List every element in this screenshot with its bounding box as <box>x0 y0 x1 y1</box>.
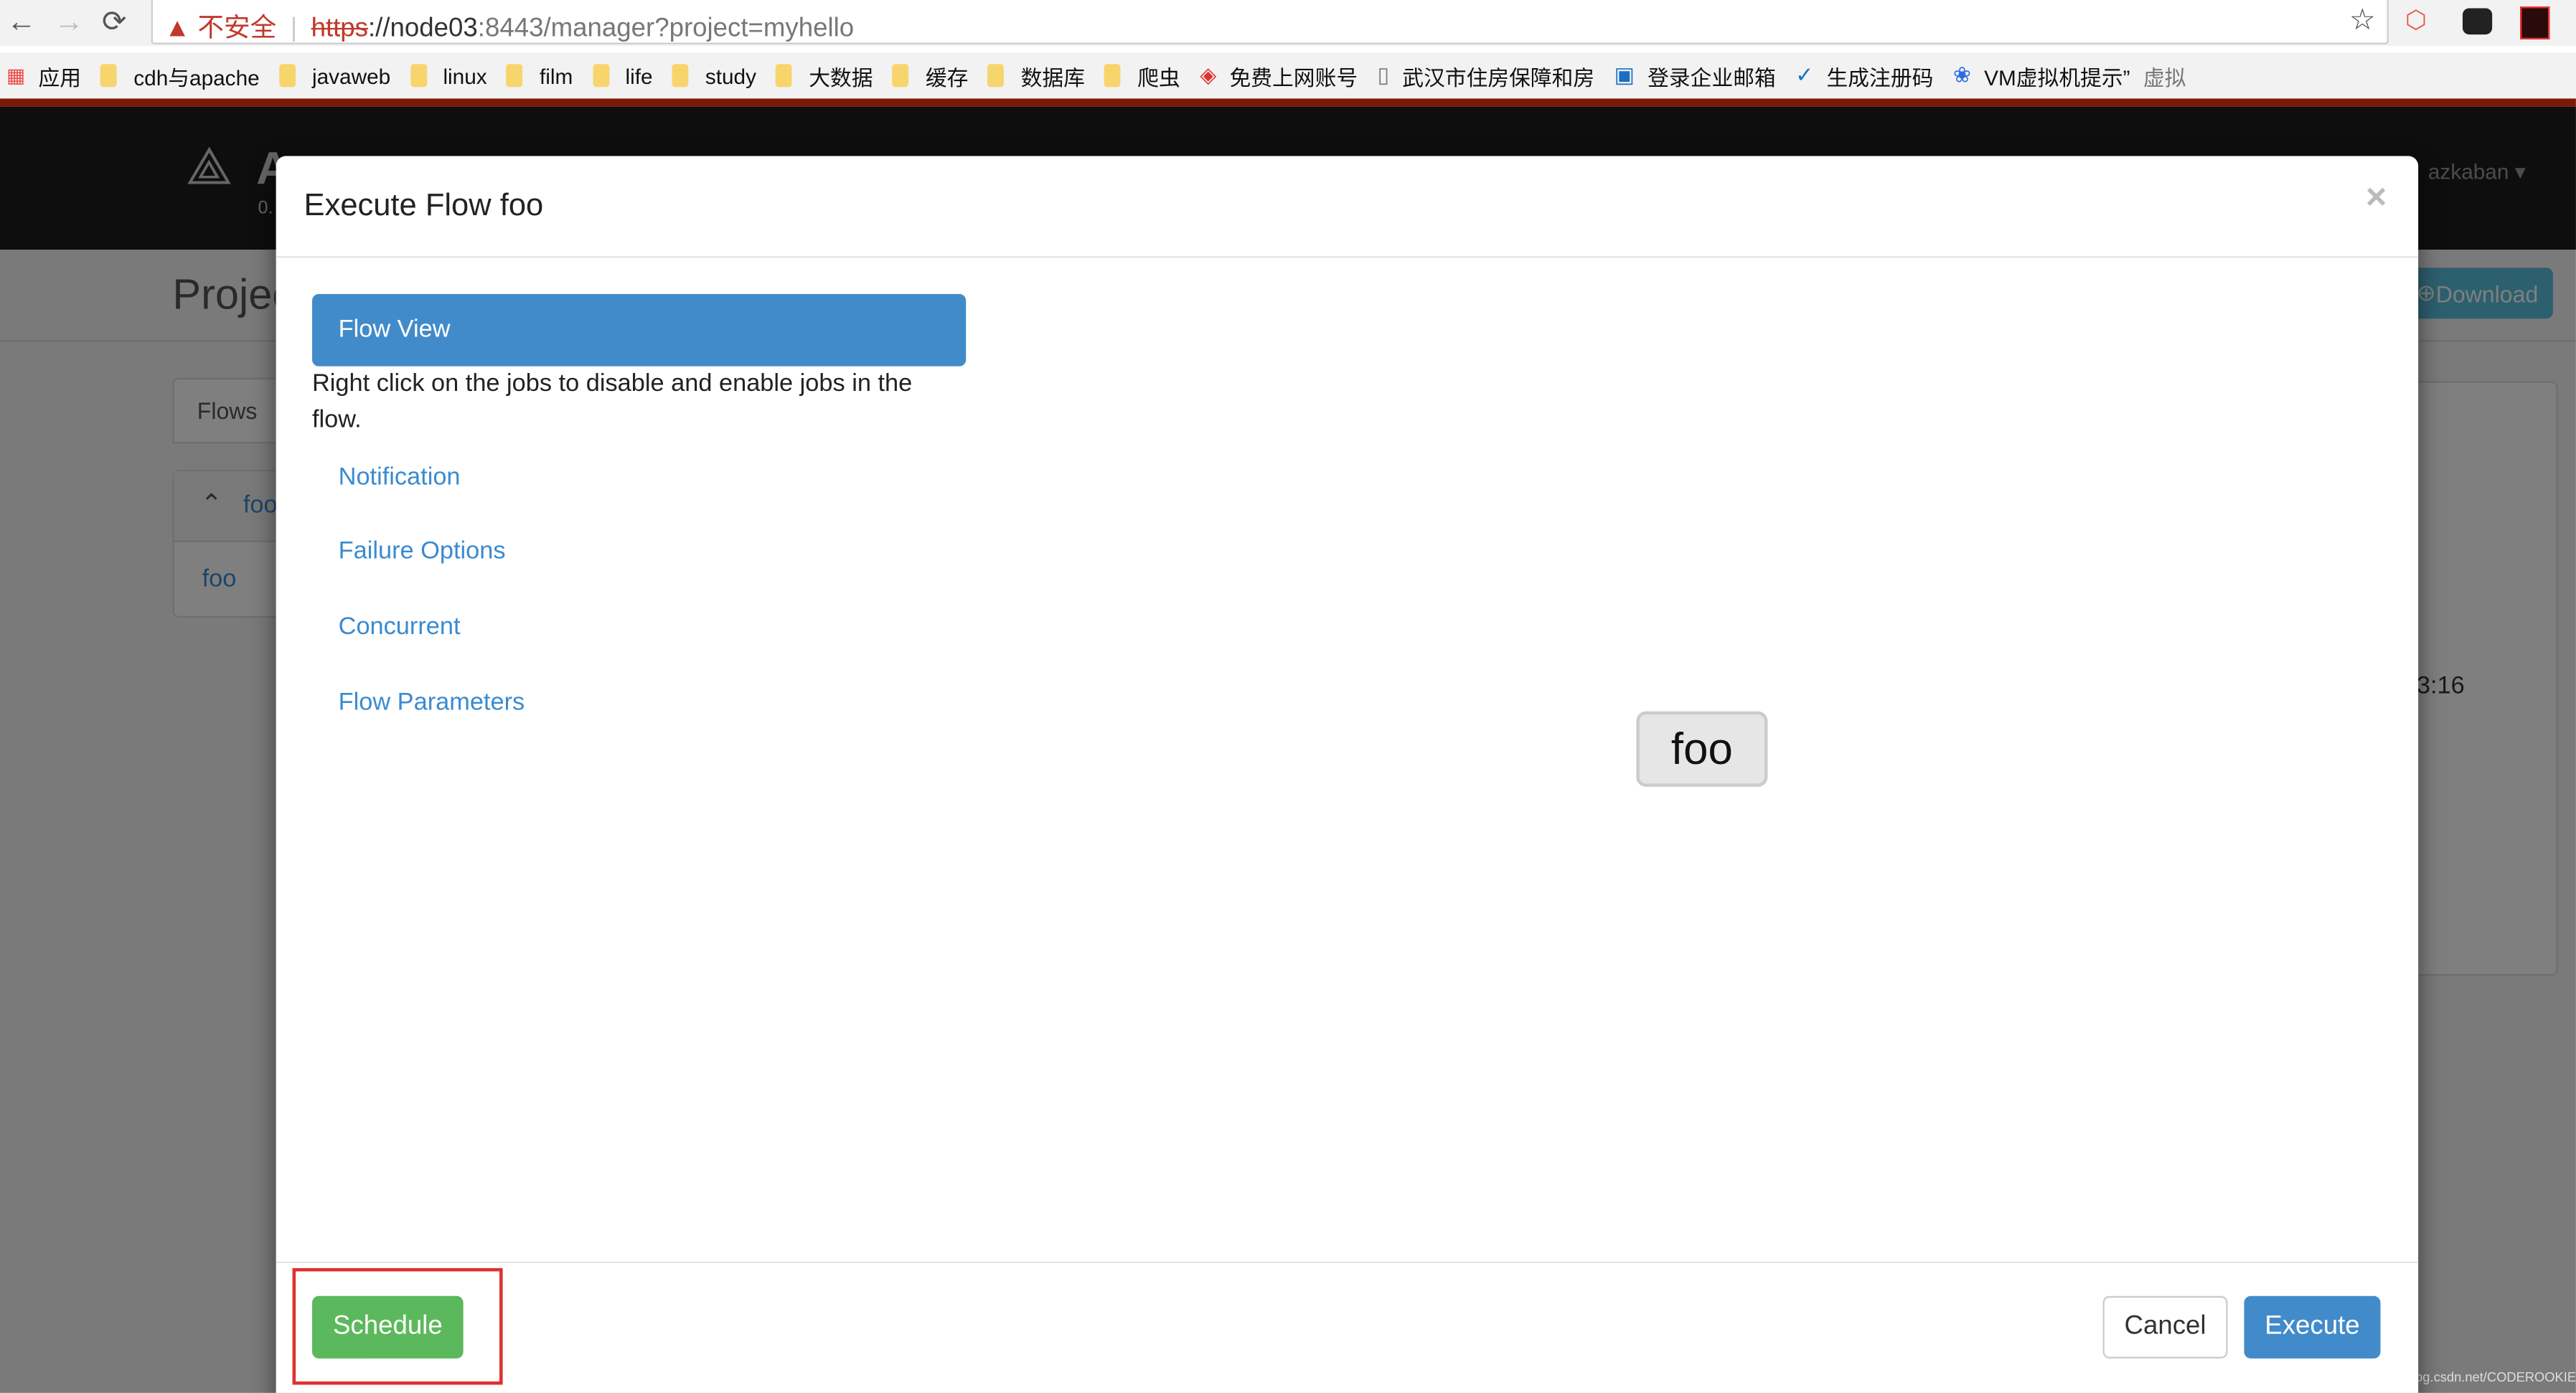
bookmark-label: 缓存 <box>925 65 969 90</box>
bookmark[interactable]: 大数据 <box>776 60 873 92</box>
menu-concurrent[interactable]: Concurrent <box>339 613 461 641</box>
folder-icon <box>893 64 909 88</box>
bookmark[interactable]: 数据库 <box>987 60 1086 92</box>
schedule-button[interactable]: Schedule <box>312 1295 464 1359</box>
bookmark-label: 应用 <box>38 65 82 90</box>
url-display[interactable]: ▲ 不安全 | https://node03:8443/manager?proj… <box>151 5 855 44</box>
folder-icon <box>776 64 793 88</box>
folder-icon <box>592 64 609 88</box>
folder-icon <box>410 64 427 88</box>
bookmark[interactable]: life <box>592 63 653 88</box>
bookmark-label: 免费上网账号 <box>1229 65 1358 90</box>
forward-icon[interactable]: → <box>55 5 84 39</box>
bookmark-label: 虚拟 <box>2143 65 2186 90</box>
extension-v-icon[interactable]: ⬡ <box>2405 5 2427 34</box>
bookmark[interactable]: javaweb <box>279 63 390 88</box>
folder-icon <box>100 64 118 88</box>
extension-icon[interactable] <box>2462 8 2493 35</box>
bookmark-label: film <box>539 63 573 88</box>
bookmark-label: VM虚拟机提示” <box>1984 65 2130 90</box>
bookmark[interactable]: ❀ VM虚拟机提示” <box>1953 60 2130 92</box>
paw-icon: ❀ <box>1952 62 1971 88</box>
execute-button[interactable]: Execute <box>2244 1295 2381 1359</box>
bookmark[interactable]: ▣ 登录企业邮箱 <box>1614 60 1776 92</box>
bookmarks-bar: ▦ 应用 cdh与apache javaweb linux film life … <box>0 52 2576 99</box>
back-icon[interactable]: ← <box>6 5 36 39</box>
bookmark-label: 爬虫 <box>1137 65 1180 90</box>
security-label: 不安全 <box>197 14 277 43</box>
bookmark[interactable]: cdh与apache <box>100 60 260 92</box>
cancel-button[interactable]: Cancel <box>2102 1295 2228 1359</box>
bookmark[interactable]: film <box>507 63 573 88</box>
menu-failure-options[interactable]: Failure Options <box>339 537 506 565</box>
reload-icon[interactable]: ⟳ <box>102 5 127 39</box>
flow-graph-node-foo[interactable]: foo <box>1636 711 1768 787</box>
folder-icon <box>279 64 296 88</box>
mail-icon: ▣ <box>1614 62 1635 88</box>
folder-icon <box>672 64 689 88</box>
bookmark-label: cdh与apache <box>133 65 260 90</box>
bookmark[interactable]: 缓存 <box>893 60 968 92</box>
bookmark-apps[interactable]: 应用 <box>38 60 81 92</box>
flow-view-hint: Right click on the jobs to disable and e… <box>312 369 913 434</box>
divider <box>0 98 2576 107</box>
folder-icon <box>987 64 1005 88</box>
button-label: Cancel <box>2124 1312 2206 1341</box>
bookmark-label: 生成注册码 <box>1826 65 1934 90</box>
pdf-extension-icon[interactable] <box>2520 6 2550 39</box>
star-icon[interactable]: ☆ <box>2349 4 2376 38</box>
bookmark-label: javaweb <box>311 63 391 88</box>
apps-icon: ▦ <box>6 64 26 88</box>
bookmark[interactable]: ▯ 武汉市住房保障和房 <box>1378 60 1595 92</box>
menu-flow-parameters[interactable]: Flow Parameters <box>339 689 525 717</box>
node-label: foo <box>1670 723 1733 773</box>
bookmark[interactable]: 爬虫 <box>1104 60 1180 92</box>
bookmark-label: 武汉市住房保障和房 <box>1402 65 1595 90</box>
button-label: Schedule <box>332 1312 443 1341</box>
bookmark[interactable]: 虚拟 <box>2143 60 2186 92</box>
url-path: :8443/manager?project=myhello <box>477 14 855 43</box>
bookmark[interactable]: study <box>672 63 756 88</box>
folder-icon <box>507 64 524 88</box>
bookmark-label: life <box>625 63 653 88</box>
bookmark[interactable]: ◈ 免费上网账号 <box>1200 60 1358 92</box>
modal-title: Execute Flow foo <box>304 189 544 224</box>
page-icon: ▯ <box>1377 62 1389 88</box>
menu-notification[interactable]: Notification <box>339 463 461 491</box>
execute-flow-modal: Execute Flow foo × Flow View Right click… <box>276 156 2419 1393</box>
bookmark-label: study <box>705 63 756 88</box>
bookmark-label: 数据库 <box>1020 65 1086 90</box>
url-host: ://node03 <box>367 14 478 43</box>
menu-flow-view[interactable]: Flow View <box>312 293 967 367</box>
button-label: Execute <box>2265 1312 2360 1341</box>
bookmark[interactable]: ✓ 生成注册码 <box>1795 60 1933 92</box>
close-icon[interactable]: × <box>2366 176 2387 219</box>
bookmark[interactable]: linux <box>410 63 487 88</box>
bookmark-label: 大数据 <box>809 65 873 90</box>
site-icon: ◈ <box>1200 62 1217 88</box>
warning-icon: ▲ <box>164 14 191 43</box>
menu-label: Flow View <box>338 315 451 344</box>
url-scheme: https <box>311 14 368 43</box>
bookmark-label: linux <box>443 63 487 88</box>
bookmark-label: 登录企业邮箱 <box>1647 65 1776 90</box>
bird-icon: ✓ <box>1795 62 1814 88</box>
folder-icon <box>1104 64 1122 88</box>
